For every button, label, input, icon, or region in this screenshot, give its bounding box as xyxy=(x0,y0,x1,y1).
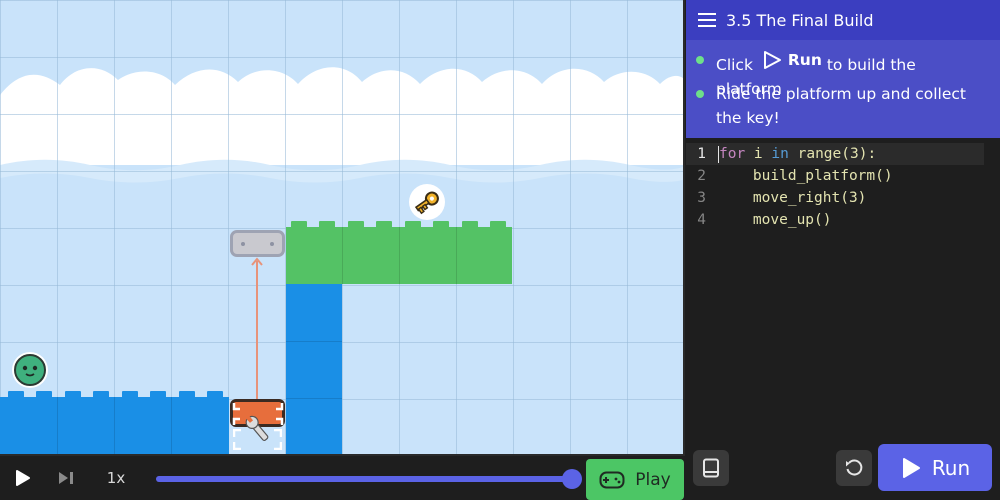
progress-fill xyxy=(156,476,566,482)
play-icon xyxy=(16,470,30,486)
gamepad-icon xyxy=(599,471,625,488)
game-canvas xyxy=(0,0,685,456)
play-game-button[interactable]: Play xyxy=(586,459,684,500)
move-up-arrow-icon xyxy=(251,257,263,401)
line-number: 3 xyxy=(697,190,706,206)
progress-slider-thumb[interactable] xyxy=(562,469,582,489)
block-stud xyxy=(405,221,421,227)
key-icon xyxy=(409,184,445,220)
block-seam xyxy=(286,341,342,342)
block-seam xyxy=(456,227,457,284)
block-seam xyxy=(399,227,400,284)
blue-column xyxy=(286,284,342,454)
block-stud xyxy=(462,221,478,227)
instruction-item: Ride the platform up and collect the key… xyxy=(696,82,986,130)
block-seam xyxy=(286,398,342,399)
book-icon xyxy=(703,458,719,478)
block-stud xyxy=(122,391,138,397)
reset-button[interactable] xyxy=(836,450,872,486)
bullet-dot xyxy=(696,90,704,98)
lesson-header: 3.5 The Final Build xyxy=(686,0,1000,40)
play-icon xyxy=(902,457,920,478)
speed-toggle[interactable]: 1x xyxy=(98,465,134,491)
block-stud xyxy=(319,221,335,227)
block-stud xyxy=(8,391,24,397)
code-editor[interactable]: 1 for i in range(3): 2 build_platform() … xyxy=(686,139,1000,444)
code-line[interactable]: 4 move_up() xyxy=(686,209,986,231)
block-seam xyxy=(57,397,58,454)
block-stud xyxy=(348,221,364,227)
line-number: 1 xyxy=(697,146,706,162)
bullet-dot xyxy=(696,56,704,64)
player-character-icon xyxy=(12,352,48,388)
block-seam xyxy=(342,227,343,284)
line-number: 2 xyxy=(697,168,706,184)
playback-controls: 1x Play xyxy=(0,457,685,500)
block-stud xyxy=(433,221,449,227)
code-text: build_platform() xyxy=(718,168,893,184)
block-seam xyxy=(114,397,115,454)
play-control-button[interactable] xyxy=(10,465,36,491)
platform-rivet xyxy=(241,242,245,246)
block-stud xyxy=(93,391,109,397)
play-outline-icon xyxy=(763,51,781,69)
line-number: 4 xyxy=(697,212,706,228)
docs-button[interactable] xyxy=(693,450,729,486)
inline-run-reference: Run xyxy=(758,48,822,72)
block-stud xyxy=(65,391,81,397)
code-text: for i in range(3): xyxy=(719,146,877,162)
block-stud xyxy=(150,391,166,397)
block-stud xyxy=(207,391,223,397)
hamburger-menu-icon[interactable] xyxy=(698,12,716,28)
code-text: move_up() xyxy=(718,212,832,228)
reset-icon xyxy=(846,459,863,476)
instructions-panel: 3.5 The Final Build Click Run to build t… xyxy=(686,0,1000,138)
target-frame-icon xyxy=(233,429,282,450)
play-button-label: Play xyxy=(635,469,671,490)
block-stud xyxy=(291,221,307,227)
run-button[interactable]: Run xyxy=(878,444,992,491)
ghost-platform xyxy=(230,230,285,257)
step-forward-icon xyxy=(59,472,73,484)
platform-rivet xyxy=(270,242,274,246)
block-stud xyxy=(376,221,392,227)
editor-actions: Run xyxy=(686,444,1000,500)
block-stud xyxy=(490,221,506,227)
step-forward-button[interactable] xyxy=(53,465,79,491)
instruction-emphasis: Run xyxy=(787,51,822,69)
block-stud xyxy=(179,391,195,397)
progress-slider[interactable] xyxy=(156,476,566,482)
instruction-text: Ride the platform up and collect the key… xyxy=(716,85,966,127)
run-button-label: Run xyxy=(931,455,971,480)
code-line[interactable]: 2 build_platform() xyxy=(686,165,986,187)
code-text: move_right(3) xyxy=(718,190,867,206)
code-line[interactable]: 1 for i in range(3): xyxy=(686,143,984,165)
block-seam xyxy=(171,397,172,454)
code-line[interactable]: 3 move_right(3) xyxy=(686,187,986,209)
block-stud xyxy=(36,391,52,397)
lesson-title: 3.5 The Final Build xyxy=(726,10,874,30)
speed-label: 1x xyxy=(106,469,126,487)
instruction-prefix: Click xyxy=(716,56,753,74)
